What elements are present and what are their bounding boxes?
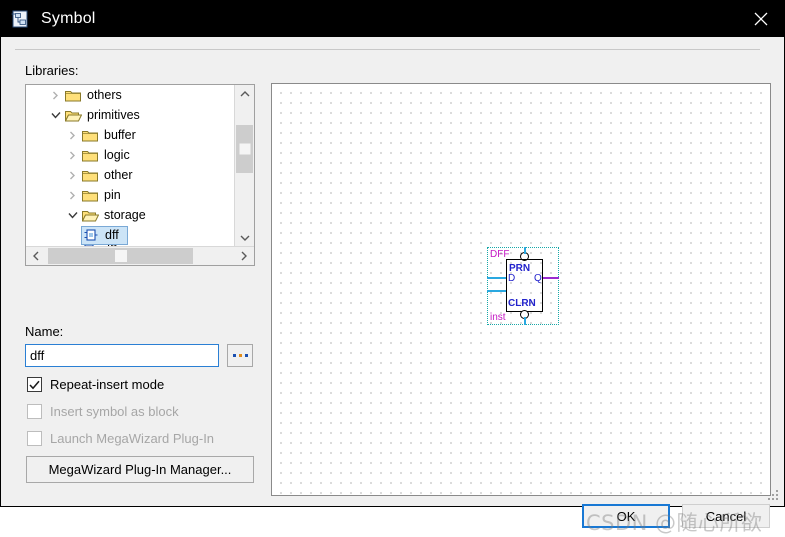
tree-vertical-scrollbar[interactable] <box>234 85 254 247</box>
checkbox-box <box>27 431 42 446</box>
tree-item-pin[interactable]: pin <box>26 185 235 205</box>
tree-item-primitives[interactable]: primitives <box>26 105 235 125</box>
ok-button[interactable]: OK <box>582 504 670 528</box>
tree-item-label: pin <box>104 188 121 202</box>
symbol-icon <box>83 227 99 243</box>
libraries-label: Libraries: <box>25 63 79 78</box>
folder-open-icon <box>81 207 99 223</box>
checkbox-repeat-insert-mode[interactable]: Repeat-insert mode <box>27 377 164 392</box>
tree-item-other[interactable]: other <box>26 165 235 185</box>
check-icon <box>29 380 40 389</box>
dff-symbol[interactable]: DFF inst PRN CLRN D Q <box>487 247 559 325</box>
chevron-right-icon[interactable] <box>64 147 81 163</box>
checkbox-box[interactable] <box>27 377 42 392</box>
port-label-q: Q <box>534 273 542 284</box>
symbol-dialog: Symbol Libraries: others primitives buff… <box>0 0 785 535</box>
folder-icon <box>81 167 99 183</box>
symbol-preview-canvas[interactable]: DFF inst PRN CLRN D Q <box>271 83 771 496</box>
browse-button[interactable] <box>227 344 253 367</box>
scroll-up-icon[interactable] <box>235 85 254 103</box>
tree-item-label: buffer <box>104 128 136 142</box>
window-title: Symbol <box>41 10 96 27</box>
port-label-d: D <box>508 273 516 284</box>
scroll-down-icon[interactable] <box>235 229 254 247</box>
checkbox-insert-symbol-as-block: Insert symbol as block <box>27 404 179 419</box>
chevron-down-icon[interactable] <box>64 207 81 223</box>
libraries-panel: Libraries: others primitives buffer logi… <box>25 63 257 266</box>
folder-icon <box>81 147 99 163</box>
symbol-document-icon <box>11 9 31 29</box>
checkbox-label: Insert symbol as block <box>50 404 179 419</box>
tree-item-storage[interactable]: storage <box>26 205 235 225</box>
scrollbar-thumb[interactable] <box>236 125 253 173</box>
libraries-tree[interactable]: others primitives buffer logic other pin… <box>25 84 255 266</box>
resize-grip[interactable] <box>768 490 780 502</box>
chevron-right-icon[interactable] <box>64 187 81 203</box>
tree-horizontal-scrollbar[interactable] <box>26 246 254 265</box>
scrollbar-grip <box>239 143 250 155</box>
folder-icon <box>81 127 99 143</box>
chevron-right-icon[interactable] <box>47 87 64 103</box>
chevron-down-icon[interactable] <box>47 107 64 123</box>
dot-icon <box>232 354 236 357</box>
scrollbar-grip <box>114 250 127 262</box>
symbol-name-label: DFF <box>490 249 510 260</box>
chevron-right-icon[interactable] <box>64 127 81 143</box>
name-label: Name: <box>25 324 64 339</box>
instance-name-label: inst <box>490 312 506 323</box>
folder-open-icon <box>64 107 82 123</box>
chevron-right-icon[interactable] <box>64 167 81 183</box>
checkbox-launch-megawizard-plugin: Launch MegaWizard Plug-In <box>27 431 214 446</box>
tree-item-logic[interactable]: logic <box>26 145 235 165</box>
tree-item-label: others <box>87 88 122 102</box>
name-row <box>25 344 253 367</box>
checkbox-box <box>27 404 42 419</box>
scroll-right-icon[interactable] <box>234 247 254 265</box>
header-divider <box>15 49 760 50</box>
scrollbar-thumb[interactable] <box>48 248 193 264</box>
tree-item-label: storage <box>104 208 146 222</box>
preset-wire-lower <box>524 249 526 254</box>
tree-item-label: dff <box>105 228 119 242</box>
output-wire <box>543 277 559 279</box>
checkbox-label: Repeat-insert mode <box>50 377 165 392</box>
tree-item-others[interactable]: others <box>26 85 235 105</box>
tree-item-dff[interactable]: dff <box>26 225 235 245</box>
name-input[interactable] <box>25 344 219 367</box>
folder-icon <box>81 187 99 203</box>
tree-item-buffer[interactable]: buffer <box>26 125 235 145</box>
title-bar: Symbol <box>1 1 784 37</box>
port-label-clrn: CLRN <box>508 298 536 309</box>
checkbox-label: Launch MegaWizard Plug-In <box>50 431 215 446</box>
dialog-body: Libraries: others primitives buffer logi… <box>1 37 784 535</box>
cancel-button[interactable]: Cancel <box>682 504 770 528</box>
clock-input-wire <box>487 290 506 292</box>
close-icon[interactable] <box>738 1 784 37</box>
scrollbar-track[interactable] <box>235 103 254 229</box>
megawizard-plugin-manager-button[interactable]: MegaWizard Plug-In Manager... <box>26 456 254 483</box>
folder-icon <box>64 87 82 103</box>
tree-scroll-area: others primitives buffer logic other pin… <box>26 85 235 247</box>
dot-icon <box>238 354 242 357</box>
dot-icon <box>244 354 248 357</box>
tree-item-label: other <box>104 168 133 182</box>
data-input-wire <box>487 277 506 279</box>
scroll-left-icon[interactable] <box>26 247 46 265</box>
tree-item-label: logic <box>104 148 130 162</box>
tree-item-selection: dff <box>81 225 128 245</box>
clear-wire <box>524 317 526 325</box>
tree-item-label: primitives <box>87 108 140 122</box>
